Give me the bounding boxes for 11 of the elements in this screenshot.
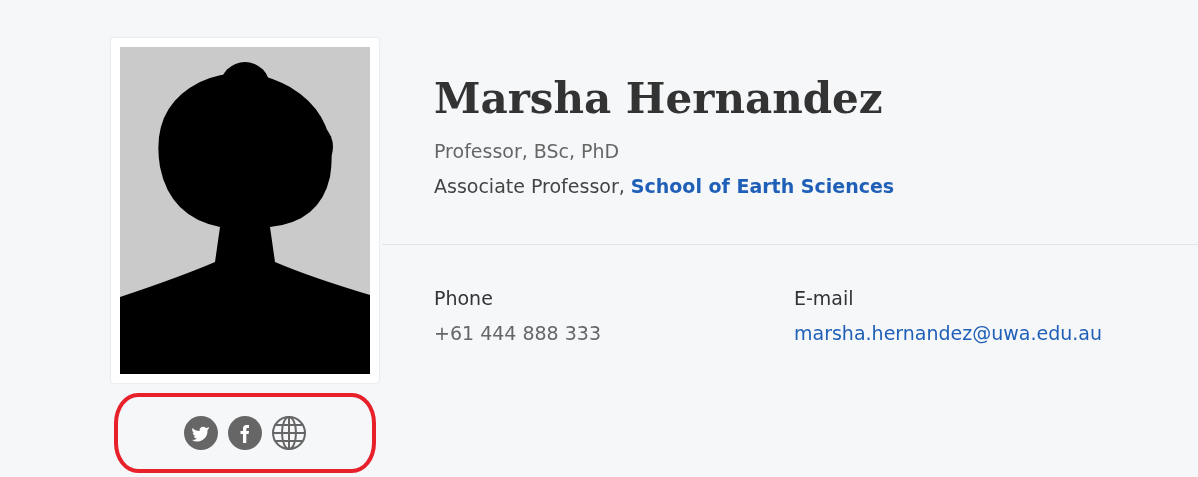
- bird-icon[interactable]: [183, 415, 219, 451]
- department-link[interactable]: School of Earth Sciences: [630, 175, 895, 198]
- email-link[interactable]: marsha.hernandez@uwa.edu.au: [794, 316, 1154, 352]
- degrees-text: Professor, BSc, PhD: [434, 139, 621, 165]
- position-text: Associate Professor,: [434, 175, 626, 198]
- contact-label: Phone: [434, 286, 494, 312]
- contact-value: +61 444 888 333: [434, 321, 602, 347]
- contact-label: E-mail: [794, 286, 855, 312]
- facebook-icon[interactable]: [227, 415, 263, 451]
- person-name: Marsha Hernandez: [434, 74, 884, 125]
- globe-icon[interactable]: [271, 415, 307, 451]
